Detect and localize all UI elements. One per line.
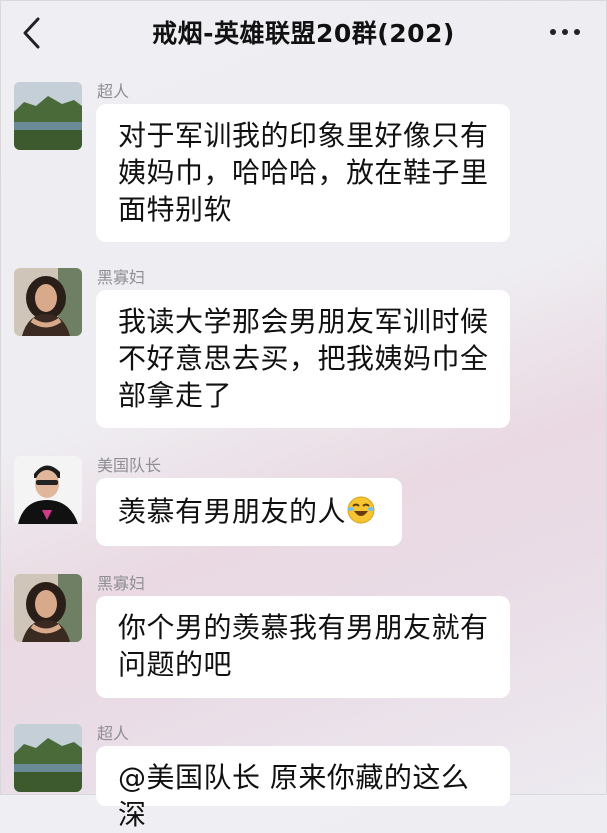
sender-name: 超人 [97, 82, 130, 101]
landscape-avatar-icon [14, 82, 82, 150]
more-dots-icon [550, 29, 580, 35]
chat-title: 戒烟-英雄联盟20群(202) [152, 19, 455, 48]
laughing-crying-emoji-icon [347, 496, 375, 524]
sender-avatar[interactable] [14, 724, 82, 792]
sender-avatar[interactable] [14, 574, 82, 642]
sender-name: 黑寡妇 [97, 574, 146, 593]
message-text: @美国队长 原来你藏的这么深 [118, 761, 470, 831]
message-bubble[interactable]: @美国队长 原来你藏的这么深 [96, 746, 510, 831]
sender-name: 黑寡妇 [97, 268, 146, 287]
message-bubble[interactable]: 我读大学那会男朋友军训时候不好意思去买，把我姨妈巾全部拿走了 [96, 290, 510, 428]
sender-name: 超人 [97, 724, 130, 743]
woman-avatar-icon [14, 574, 82, 642]
sender-avatar[interactable] [14, 268, 82, 336]
man-avatar-icon [14, 456, 82, 524]
sender-name: 美国队长 [97, 456, 162, 475]
sender-avatar[interactable] [14, 82, 82, 150]
chat-header: 戒烟-英雄联盟20群(202) [0, 0, 607, 66]
message-bubble[interactable]: 你个男的羡慕我有男朋友就有问题的吧 [96, 596, 510, 698]
message-text: 我读大学那会男朋友军训时候不好意思去买，把我姨妈巾全部拿走了 [118, 305, 489, 412]
more-button[interactable] [547, 22, 583, 42]
woman-avatar-icon [14, 268, 82, 336]
landscape-avatar-icon [14, 724, 82, 792]
message-text: 你个男的羡慕我有男朋友就有问题的吧 [118, 611, 489, 681]
message-text: 对于军训我的印象里好像只有姨妈巾，哈哈哈，放在鞋子里面特别软 [118, 119, 489, 226]
message-text: 羡慕有男朋友的人 [118, 495, 347, 528]
message-bubble[interactable]: 对于军训我的印象里好像只有姨妈巾，哈哈哈，放在鞋子里面特别软 [96, 104, 510, 242]
message-bubble[interactable]: 羡慕有男朋友的人 [96, 478, 402, 546]
sender-avatar[interactable] [14, 456, 82, 524]
